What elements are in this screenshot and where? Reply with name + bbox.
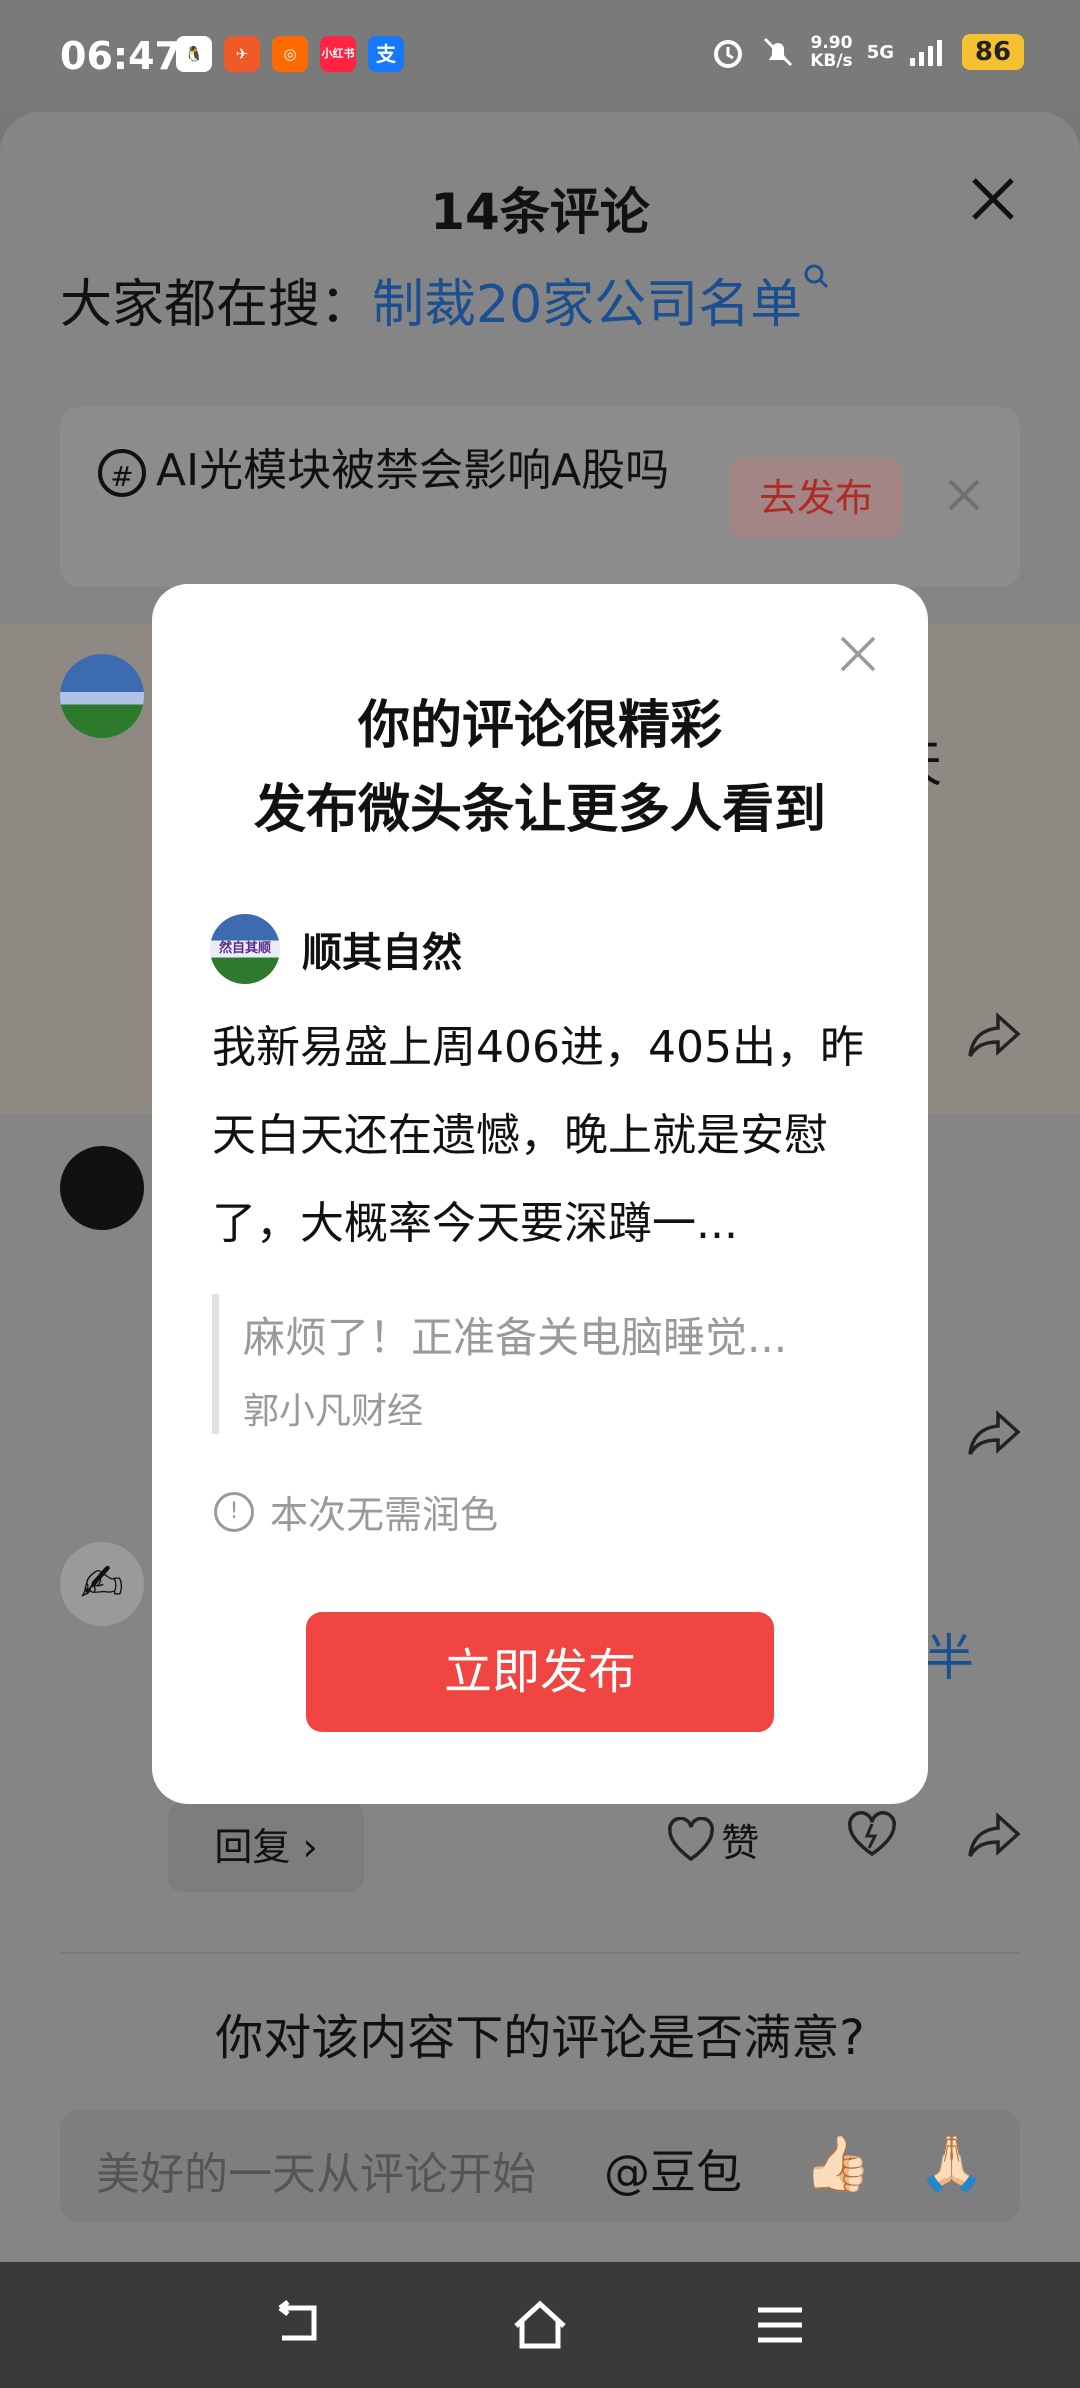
mention-doubao[interactable]: @豆包 [604, 2136, 742, 2202]
menu-icon[interactable] [752, 2300, 808, 2350]
alipay-icon: 支 [368, 36, 404, 72]
dislike-heart-icon[interactable] [844, 1810, 900, 1860]
hot-search-link[interactable]: 制裁20家公司名单 [372, 275, 802, 335]
publish-dialog: 你的评论很精彩 发布微头条让更多人看到 然自其顺 顺其自然 我新易盛上周406进… [152, 584, 928, 1804]
publish-now-button[interactable]: 立即发布 [306, 1612, 774, 1732]
author-name: 顺其自然 [302, 930, 462, 976]
share-icon[interactable] [966, 1010, 1022, 1060]
avatar[interactable] [60, 654, 144, 738]
comment-input-placeholder[interactable]: 美好的一天从评论开始 [96, 2138, 536, 2202]
status-time: 06:47 [60, 34, 181, 78]
search-icon [804, 264, 829, 289]
sheet-title: 14条评论 [430, 183, 650, 241]
comment-input-bar[interactable]: 美好的一天从评论开始 @豆包 👍🏻 🙏🏻 [60, 2110, 1020, 2222]
like-button[interactable]: 赞 [666, 1812, 759, 1867]
comment-text-fragment: 半 [924, 1629, 974, 1687]
share-icon[interactable] [966, 1810, 1022, 1860]
hashtag-topic: # AI光模块被禁会影响A股吗 [98, 435, 678, 507]
back-icon[interactable] [270, 2300, 326, 2350]
polish-hint: ! 本次无需润色 [214, 1484, 498, 1539]
signal-icon [910, 40, 942, 66]
survey-question: 你对该内容下的评论是否满意? [215, 2010, 865, 2066]
comment-body: 我新易盛上周406进，405出，昨天白天还在遗憾，晚上就是安慰了，大概率今天要深… [212, 1022, 864, 1249]
notification-icons: 🐧 ✈ ◎ 小红书 支 [176, 36, 404, 72]
avatar[interactable] [60, 1146, 144, 1230]
hashtag-card[interactable]: # AI光模块被禁会影响A股吗 去发布 [60, 407, 1020, 587]
quoted-post: 麻烦了！正准备关电脑睡觉... 郭小凡财经 [212, 1294, 879, 1434]
hot-search: 大家都在搜：制裁20家公司名单 [60, 262, 830, 337]
divider [60, 1952, 1020, 1954]
navigation-bar [0, 2262, 1080, 2388]
avatar[interactable]: ✍ [60, 1542, 144, 1626]
hot-search-prefix: 大家都在搜： [60, 275, 373, 335]
quoted-text: 麻烦了！正准备关电脑睡觉... [243, 1313, 788, 1362]
network-type: 5G [866, 41, 894, 63]
dialog-title: 你的评论很精彩 发布微头条让更多人看到 [253, 696, 826, 840]
status-bar: 06:47 🐧 ✈ ◎ 小红书 支 9.90 KB/s 5G 86 [0, 0, 1080, 112]
comment-author: 然自其顺 顺其自然 [210, 914, 462, 984]
alarm-icon [714, 40, 743, 68]
close-icon[interactable] [968, 174, 1018, 224]
quoted-source: 郭小凡财经 [243, 1391, 424, 1432]
status-right: 9.90 KB/s 5G 86 [710, 34, 1024, 70]
avatar: 然自其顺 [210, 914, 280, 984]
feishu-icon: ✈ [224, 36, 260, 72]
share-icon[interactable] [966, 1408, 1022, 1458]
heart-icon [668, 1816, 714, 1861]
home-icon[interactable] [512, 2300, 568, 2350]
reply-button[interactable]: 回复 › [168, 1802, 364, 1892]
close-icon[interactable] [946, 477, 982, 513]
net-speed: 9.90 KB/s [810, 33, 853, 71]
pray-hands-icon[interactable]: 🙏🏻 [918, 2132, 985, 2196]
go-publish-button[interactable]: 去发布 [730, 457, 902, 539]
xiaohongshu-icon: 小红书 [320, 36, 356, 72]
qq-icon: 🐧 [176, 36, 212, 72]
kuaishou-icon: ◎ [272, 36, 308, 72]
hashtag-icon: # [98, 449, 146, 497]
thumbs-up-icon[interactable]: 👍🏻 [804, 2132, 871, 2196]
close-icon[interactable] [838, 634, 878, 674]
info-icon: ! [214, 1491, 254, 1532]
like-label: 赞 [721, 1821, 760, 1865]
mute-icon [764, 37, 793, 67]
battery-indicator: 86 [962, 34, 1024, 70]
